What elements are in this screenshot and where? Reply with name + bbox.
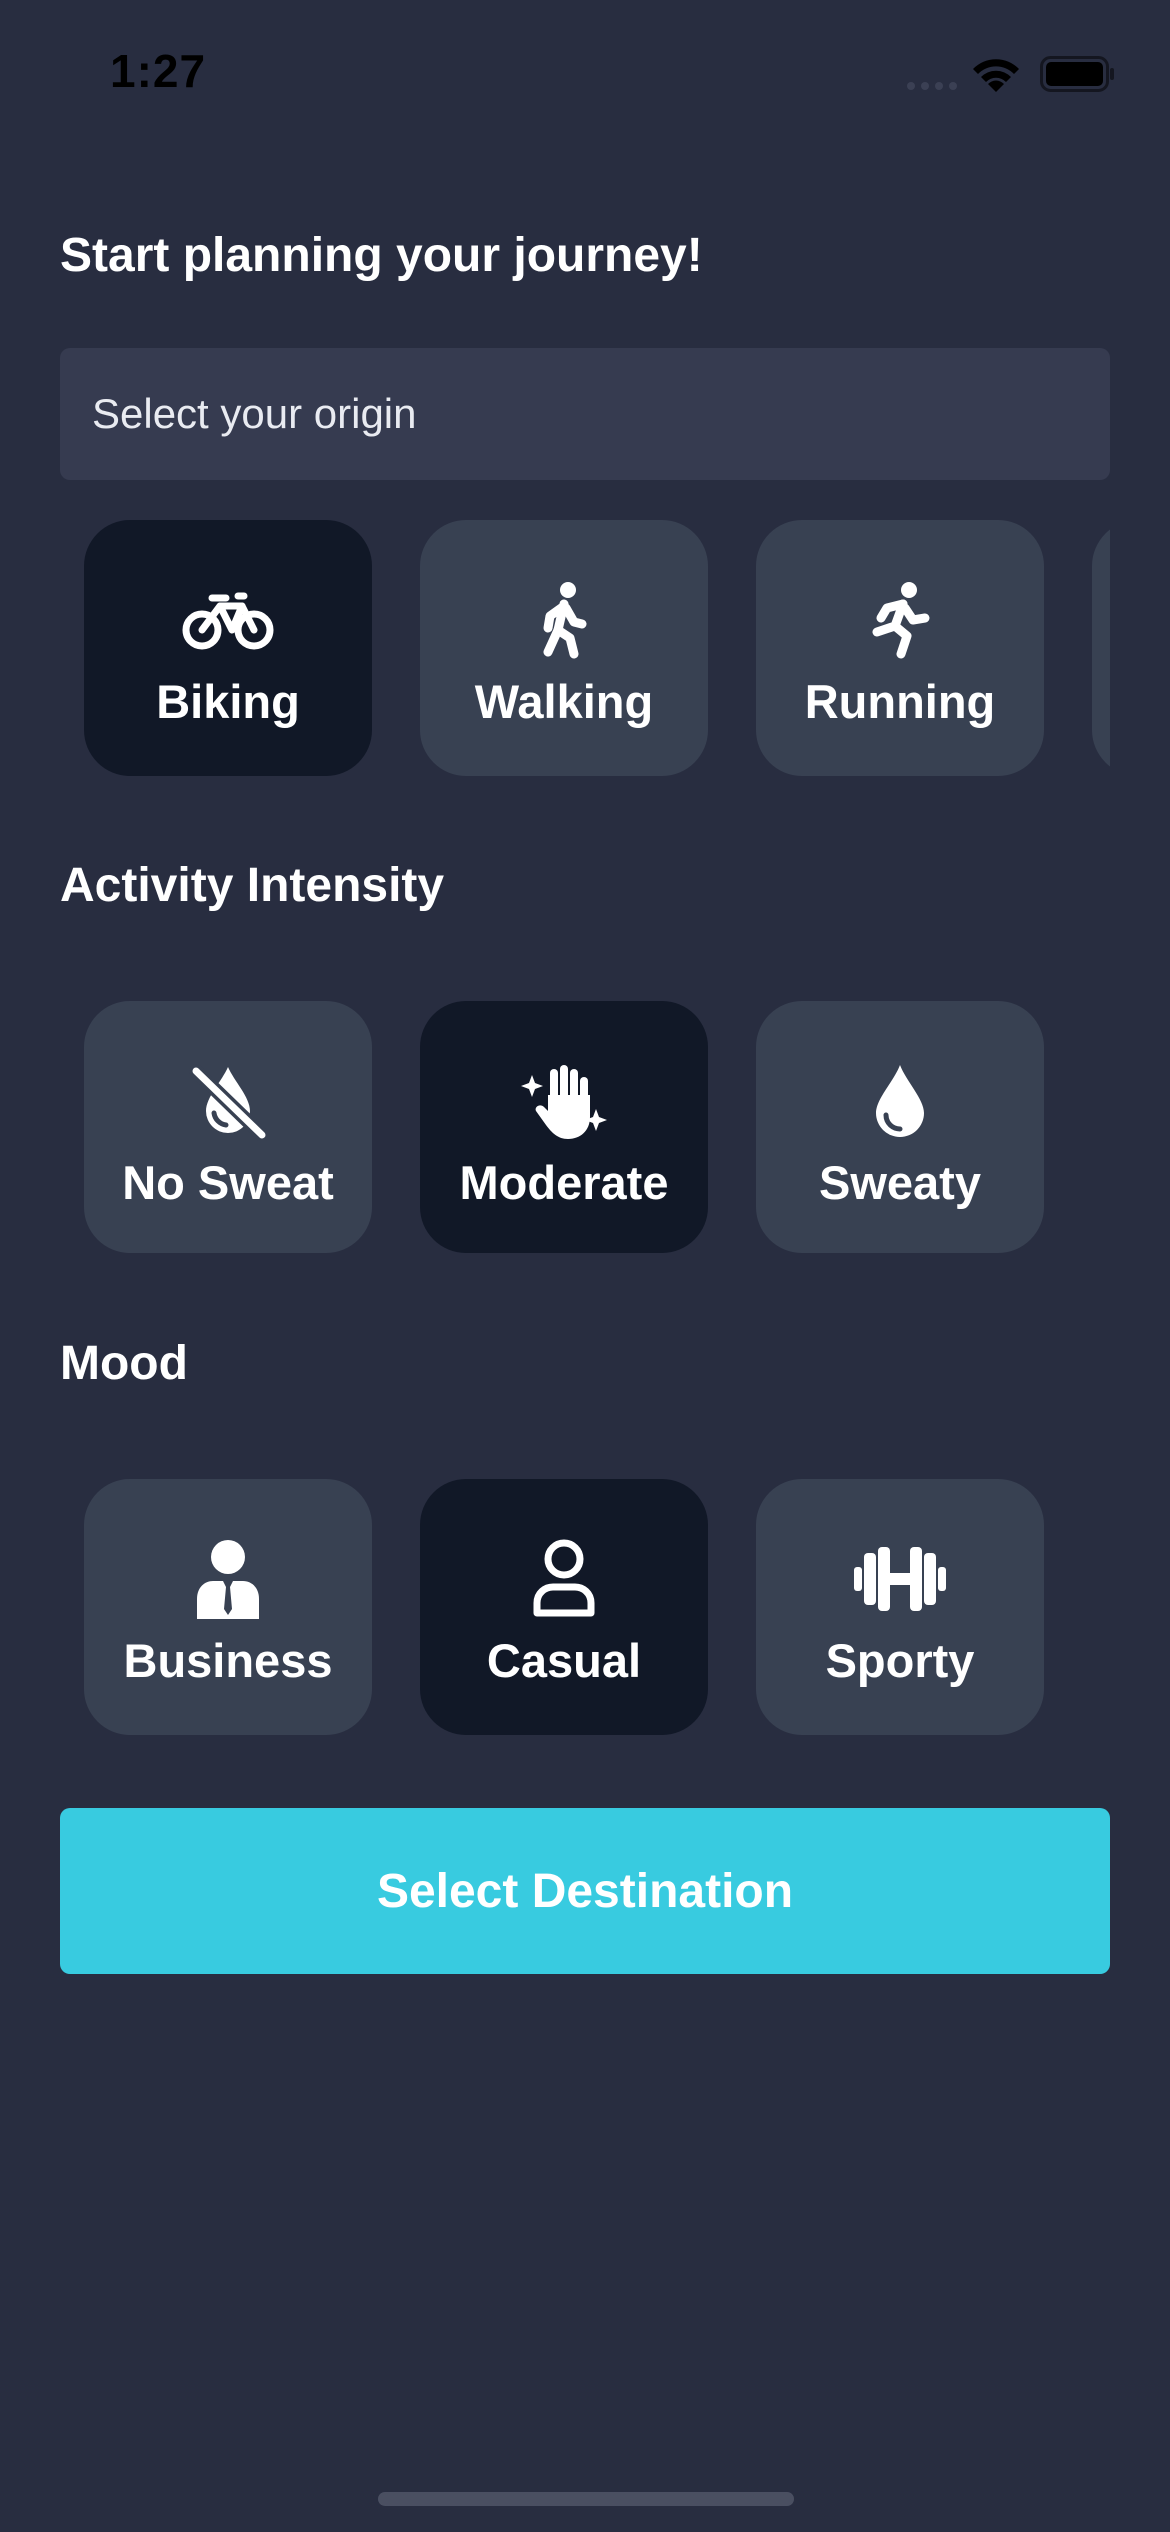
mood-option-casual[interactable]: Casual — [420, 1479, 708, 1735]
mood-label: Business — [123, 1634, 333, 1687]
intensity-option-moderate[interactable]: Moderate — [420, 1001, 708, 1253]
mood-label: Casual — [486, 1634, 642, 1687]
intensity-option-no-sweat[interactable]: No Sweat — [84, 1001, 372, 1253]
mode-option-biking[interactable]: Biking — [84, 520, 372, 776]
dumbbell-icon — [854, 1547, 946, 1611]
mode-option-walking[interactable]: Walking — [420, 520, 708, 776]
travel-mode-selector: Biking Walking Running — [60, 520, 1110, 776]
walking-icon — [543, 582, 587, 659]
sparkle-hand-icon — [521, 1065, 607, 1139]
running-icon — [872, 582, 930, 659]
status-bar: 1:27 — [0, 0, 1170, 140]
mode-option-running[interactable]: Running — [756, 520, 1044, 776]
intensity-option-sweaty[interactable]: Sweaty — [756, 1001, 1044, 1253]
mode-label: Walking — [474, 675, 654, 728]
page-title: Start planning your journey! — [60, 229, 703, 282]
user-outline-icon — [533, 1539, 595, 1617]
mode-label: Running — [804, 675, 996, 728]
intensity-label: Moderate — [459, 1156, 669, 1209]
battery-icon — [1040, 56, 1114, 92]
mood-title: Mood — [60, 1337, 188, 1390]
mood-label: Sporty — [825, 1634, 975, 1687]
select-destination-button[interactable]: Select Destination — [60, 1808, 1110, 1974]
intensity-label: No Sweat — [122, 1156, 334, 1209]
origin-input[interactable] — [90, 389, 1110, 439]
wifi-icon — [973, 59, 1019, 92]
no-drop-icon — [189, 1064, 268, 1141]
mood-option-sporty[interactable]: Sporty — [756, 1479, 1044, 1735]
business-person-icon — [197, 1540, 259, 1619]
mode-option-more[interactable] — [1092, 520, 1110, 776]
intensity-title: Activity Intensity — [60, 859, 445, 912]
status-time: 1:27 — [110, 45, 207, 97]
intensity-selector: No Sweat Moderate Sweaty — [60, 1001, 1110, 1253]
mode-label: Biking — [156, 675, 300, 728]
mood-selector: Business Casual Sporty — [60, 1479, 1110, 1735]
drop-icon — [876, 1065, 924, 1137]
cellular-signal-icon — [907, 82, 957, 90]
origin-field[interactable] — [60, 348, 1110, 480]
home-indicator — [378, 2492, 794, 2506]
mood-option-business[interactable]: Business — [84, 1479, 372, 1735]
bicycle-icon — [182, 592, 274, 650]
intensity-label: Sweaty — [819, 1156, 981, 1209]
